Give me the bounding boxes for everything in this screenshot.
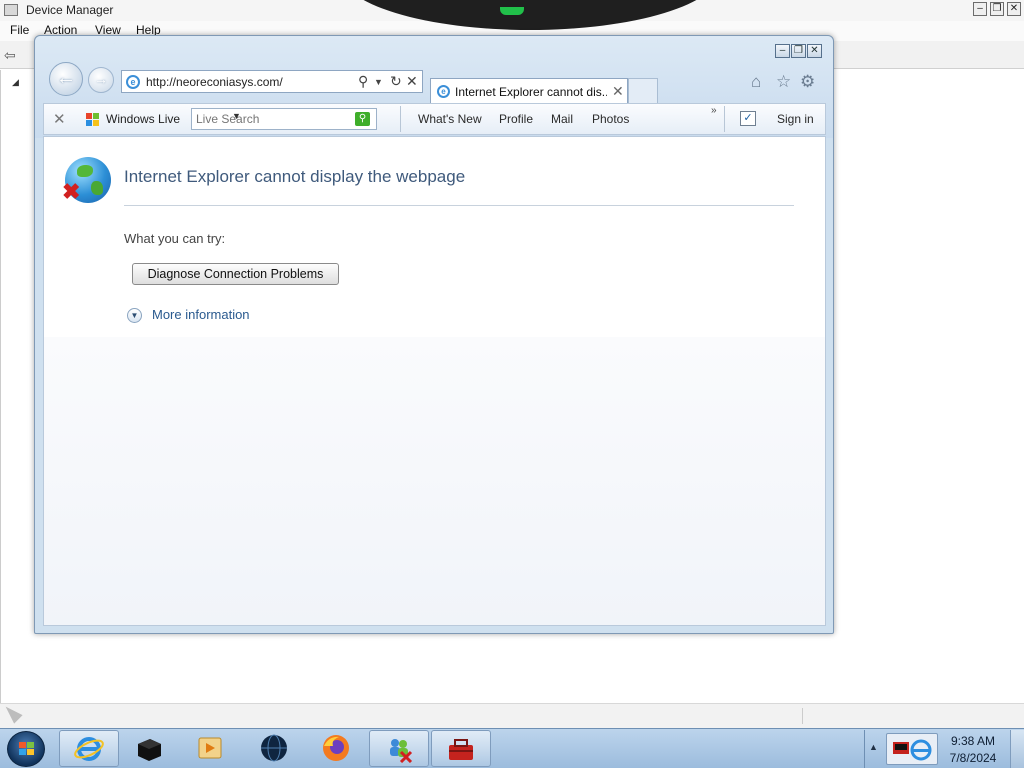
tab-title: Internet Explorer cannot dis... <box>455 85 607 99</box>
ie-frame: – ❐ ✕ ← → e http://neoreconiasys.com/ ⚲ … <box>35 36 833 138</box>
firefox-icon <box>323 735 349 761</box>
windows-flag-icon <box>86 113 100 126</box>
windows-logo-icon <box>19 742 35 757</box>
tab-close-icon[interactable]: ✕ <box>612 83 624 100</box>
forward-button[interactable]: → <box>88 67 114 93</box>
refresh-icon[interactable]: ↻ <box>390 73 402 90</box>
sign-in-link[interactable]: Sign in <box>777 112 814 126</box>
address-bar[interactable]: e http://neoreconiasys.com/ ⚲ ▼ ↻ ✕ <box>121 70 423 93</box>
media-player-icon <box>198 737 222 759</box>
dropdown-arrow-icon[interactable]: ▼ <box>374 77 383 87</box>
windows-live-toolbar: ✕ Windows Live ⚲ ▼ What's New Profile Ma… <box>43 103 826 135</box>
dark-globe-icon <box>261 734 287 762</box>
taskbar-dark-globe-app[interactable] <box>245 730 305 767</box>
new-tab-button[interactable] <box>628 78 658 104</box>
page-content: ✖ Internet Explorer cannot display the w… <box>43 136 826 626</box>
clock-time[interactable]: 9:38 AM <box>944 734 1002 748</box>
show-hidden-icons-arrow[interactable]: ▲ <box>869 742 878 752</box>
ie-restore-button[interactable]: ❐ <box>791 44 806 58</box>
forward-arrow-icon: → <box>94 71 108 87</box>
home-icon[interactable]: ⌂ <box>751 72 761 92</box>
tools-gear-icon[interactable]: ⚙ <box>800 72 815 92</box>
toolbar-close-icon[interactable]: ✕ <box>53 110 66 128</box>
link-profile[interactable]: Profile <box>499 112 533 126</box>
device-manager-icon <box>4 4 18 16</box>
show-desktop-button[interactable] <box>1010 730 1024 768</box>
taskbar-toolbox-app[interactable] <box>431 730 491 767</box>
tray-divider <box>864 730 865 768</box>
taskbar-internet-explorer[interactable] <box>59 730 119 767</box>
toolbox-icon <box>449 739 473 760</box>
search-icon[interactable]: ⚲ <box>358 73 368 90</box>
black-box-icon <box>138 739 161 761</box>
link-photos[interactable]: Photos <box>592 112 629 126</box>
favorites-star-icon[interactable]: ☆ <box>776 72 791 92</box>
error-x-icon: ✖ <box>62 179 81 204</box>
device-manager-statusbar <box>0 703 1024 728</box>
back-arrow-icon: ← <box>56 67 76 89</box>
back-button[interactable]: ← <box>49 62 83 96</box>
ie-page-icon: e <box>126 75 140 89</box>
search-dropdown-icon[interactable]: ▼ <box>232 111 241 121</box>
stop-icon[interactable]: ✕ <box>406 73 418 90</box>
more-information-link[interactable]: More information <box>152 307 250 322</box>
taskbar-black-box-app[interactable] <box>120 730 180 767</box>
toolbar-divider <box>400 106 401 132</box>
statusbar-divider <box>802 708 803 724</box>
page-background <box>44 337 825 625</box>
back-arrow-icon[interactable]: ⇦ <box>4 47 16 64</box>
address-url[interactable]: http://neoreconiasys.com/ <box>146 75 283 89</box>
link-whats-new[interactable]: What's New <box>418 112 482 126</box>
checkbox-icon[interactable]: ✓ <box>740 111 756 126</box>
menu-file[interactable]: File <box>10 23 29 37</box>
toolbar-divider <box>724 106 725 132</box>
live-search-input[interactable] <box>192 109 352 129</box>
taskbar-network-users[interactable] <box>369 730 429 767</box>
ie-minimize-button[interactable]: – <box>775 44 790 58</box>
link-mail[interactable]: Mail <box>551 112 573 126</box>
what-you-can-try-label: What you can try: <box>124 231 226 246</box>
tray-app-icon[interactable] <box>886 733 938 765</box>
taskbar: ▲ 9:38 AM 7/8/2024 <box>0 728 1024 768</box>
internet-explorer-window: – ❐ ✕ ← → e http://neoreconiasys.com/ ⚲ … <box>34 35 834 634</box>
start-button[interactable] <box>7 731 45 767</box>
heading-divider <box>124 205 794 206</box>
ie-tab-icon: e <box>437 85 450 98</box>
diagnose-connection-button[interactable]: Diagnose Connection Problems <box>132 263 339 285</box>
dm-close-button[interactable]: ✕ <box>1007 2 1021 16</box>
clock-date[interactable]: 7/8/2024 <box>944 751 1002 765</box>
dm-minimize-button[interactable]: – <box>973 2 987 16</box>
taskbar-media-player[interactable] <box>181 730 241 767</box>
windows-live-label[interactable]: Windows Live <box>106 112 180 126</box>
indicator-led <box>500 7 524 15</box>
expand-chevron-icon[interactable]: ▼ <box>127 308 142 323</box>
more-chevron-icon[interactable]: » <box>711 105 717 116</box>
internet-explorer-icon <box>74 737 104 761</box>
device-manager-title: Device Manager <box>26 3 114 17</box>
tab-error-page[interactable]: e Internet Explorer cannot dis... ✕ <box>430 78 628 104</box>
tray-network-icon <box>893 739 932 761</box>
network-users-icon <box>390 739 413 763</box>
ie-close-button[interactable]: ✕ <box>807 44 822 58</box>
tree-expand-icon[interactable]: ◢ <box>12 77 19 88</box>
dm-restore-button[interactable]: ❐ <box>990 2 1004 16</box>
live-search-box[interactable]: ⚲ <box>191 108 377 130</box>
error-heading: Internet Explorer cannot display the web… <box>124 167 466 186</box>
taskbar-firefox[interactable] <box>307 730 367 767</box>
search-go-icon[interactable]: ⚲ <box>355 112 370 126</box>
